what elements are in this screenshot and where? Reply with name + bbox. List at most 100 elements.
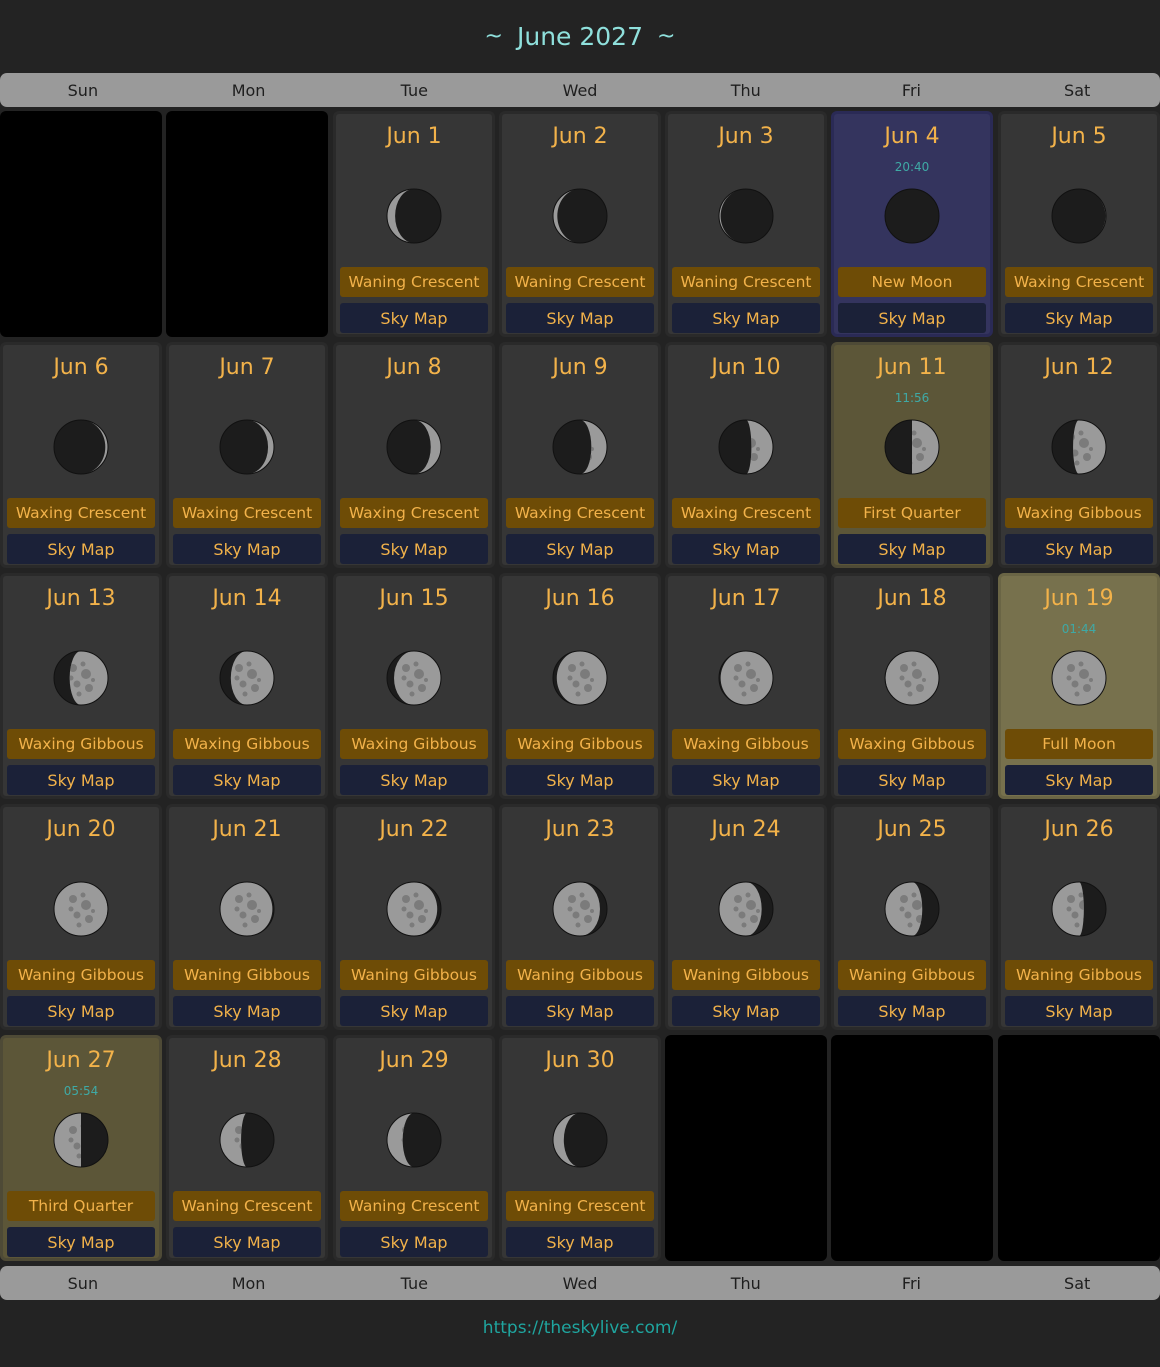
day-cell: Jun 26 Waning Gibbous Sky Map xyxy=(998,804,1160,1030)
phase-label: Waxing Crescent xyxy=(1005,267,1153,297)
sky-map-button[interactable]: Sky Map xyxy=(506,996,654,1026)
moon-phase-icon xyxy=(718,419,774,475)
moon-phase-icon xyxy=(1051,650,1107,706)
sky-map-button[interactable]: Sky Map xyxy=(173,996,321,1026)
sky-map-button[interactable]: Sky Map xyxy=(340,765,488,795)
moon-image xyxy=(53,419,109,475)
day-date: Jun 2 xyxy=(552,124,608,149)
day-cell: Jun 21 Waning Gibbous Sky Map xyxy=(166,804,328,1030)
day-date: Jun 4 xyxy=(884,124,940,149)
weekday-tue: Tue xyxy=(400,80,428,100)
sky-map-button[interactable]: Sky Map xyxy=(838,303,986,333)
phase-time: 11:56 xyxy=(894,391,930,405)
day-cell: Jun 25 Waning Gibbous Sky Map xyxy=(831,804,993,1030)
sky-map-button[interactable]: Sky Map xyxy=(506,1227,654,1257)
phase-label: Waning Gibbous xyxy=(506,960,654,990)
moon-phase-icon xyxy=(718,188,774,244)
sky-map-button[interactable]: Sky Map xyxy=(506,534,654,564)
phase-label: Waning Gibbous xyxy=(672,960,820,990)
day-cell: Jun 16 Waxing Gibbous Sky Map xyxy=(499,573,661,799)
moon-phase-icon xyxy=(552,1112,608,1168)
day-date: Jun 6 xyxy=(53,355,109,380)
day-date: Jun 1 xyxy=(386,124,442,149)
day-date: Jun 25 xyxy=(877,817,947,842)
moon-phase-icon xyxy=(884,188,940,244)
day-date: Jun 18 xyxy=(877,586,947,611)
sky-map-button[interactable]: Sky Map xyxy=(1005,765,1153,795)
moon-image xyxy=(884,188,940,244)
moon-image xyxy=(1051,188,1107,244)
moon-image xyxy=(386,188,442,244)
sky-map-button[interactable]: Sky Map xyxy=(340,303,488,333)
sky-map-button[interactable]: Sky Map xyxy=(173,534,321,564)
day-cell: Jun 11 11:56 First Quarter Sky Map xyxy=(831,342,993,568)
day-date: Jun 10 xyxy=(711,355,781,380)
moon-image xyxy=(219,419,275,475)
sky-map-button[interactable]: Sky Map xyxy=(340,534,488,564)
moon-phase-icon xyxy=(386,419,442,475)
moon-phase-icon xyxy=(53,1112,109,1168)
moon-image xyxy=(53,650,109,706)
sky-map-button[interactable]: Sky Map xyxy=(506,765,654,795)
day-cell: Jun 23 Waning Gibbous Sky Map xyxy=(499,804,661,1030)
sky-map-button[interactable]: Sky Map xyxy=(7,1227,155,1257)
moon-phase-icon xyxy=(718,881,774,937)
phase-label: Waning Gibbous xyxy=(1005,960,1153,990)
sky-map-button[interactable]: Sky Map xyxy=(1005,534,1153,564)
calendar-title: ~ June 2027 ~ xyxy=(0,0,1160,73)
sky-map-button[interactable]: Sky Map xyxy=(1005,996,1153,1026)
sky-map-button[interactable]: Sky Map xyxy=(672,303,820,333)
day-date: Jun 16 xyxy=(545,586,615,611)
sky-map-button[interactable]: Sky Map xyxy=(173,1227,321,1257)
sky-map-button[interactable]: Sky Map xyxy=(173,765,321,795)
day-cell: Jun 12 Waxing Gibbous Sky Map xyxy=(998,342,1160,568)
footer-link[interactable]: https://theskylive.com/ xyxy=(0,1318,1160,1338)
moon-image xyxy=(219,1112,275,1168)
day-date: Jun 22 xyxy=(379,817,449,842)
day-cell: Jun 6 Waxing Crescent Sky Map xyxy=(0,342,162,568)
moon-image xyxy=(1051,419,1107,475)
moon-image xyxy=(219,881,275,937)
moon-image xyxy=(552,881,608,937)
day-date: Jun 29 xyxy=(379,1048,449,1073)
sky-map-button[interactable]: Sky Map xyxy=(672,765,820,795)
moon-phase-icon xyxy=(386,1112,442,1168)
day-cell: Jun 8 Waxing Crescent Sky Map xyxy=(333,342,495,568)
day-cell: Jun 24 Waning Gibbous Sky Map xyxy=(665,804,827,1030)
day-cell: Jun 19 01:44 Full Moon Sky Map xyxy=(998,573,1160,799)
sky-map-button[interactable]: Sky Map xyxy=(7,534,155,564)
sky-map-button[interactable]: Sky Map xyxy=(340,1227,488,1257)
weekday-fri: Fri xyxy=(901,1273,921,1293)
weekday-thu: Thu xyxy=(730,1273,761,1293)
moon-phase-icon xyxy=(552,650,608,706)
day-cell: Jun 9 Waxing Crescent Sky Map xyxy=(499,342,661,568)
moon-image xyxy=(386,1112,442,1168)
moon-phase-icon xyxy=(884,419,940,475)
sky-map-button[interactable]: Sky Map xyxy=(506,303,654,333)
day-cell: Jun 28 Waning Crescent Sky Map xyxy=(166,1035,328,1261)
moon-phase-icon xyxy=(386,650,442,706)
moon-phase-icon xyxy=(884,650,940,706)
month-title: June 2027 xyxy=(516,22,643,51)
sky-map-button[interactable]: Sky Map xyxy=(7,765,155,795)
moon-phase-icon xyxy=(884,881,940,937)
phase-label: New Moon xyxy=(838,267,986,297)
sky-map-button[interactable]: Sky Map xyxy=(7,996,155,1026)
title-tilde-left: ~ xyxy=(484,24,503,49)
weekday-wed: Wed xyxy=(562,1273,598,1293)
day-date: Jun 15 xyxy=(379,586,449,611)
weekday-sat: Sat xyxy=(1064,80,1091,100)
sky-map-button[interactable]: Sky Map xyxy=(838,765,986,795)
phase-label: Waning Crescent xyxy=(173,1191,321,1221)
day-date: Jun 28 xyxy=(212,1048,282,1073)
moon-phase-icon xyxy=(386,188,442,244)
sky-map-button[interactable]: Sky Map xyxy=(838,534,986,564)
moon-image xyxy=(386,419,442,475)
moon-image xyxy=(718,419,774,475)
sky-map-button[interactable]: Sky Map xyxy=(340,996,488,1026)
sky-map-button[interactable]: Sky Map xyxy=(1005,303,1153,333)
sky-map-button[interactable]: Sky Map xyxy=(672,996,820,1026)
day-date: Jun 9 xyxy=(552,355,608,380)
sky-map-button[interactable]: Sky Map xyxy=(672,534,820,564)
sky-map-button[interactable]: Sky Map xyxy=(838,996,986,1026)
